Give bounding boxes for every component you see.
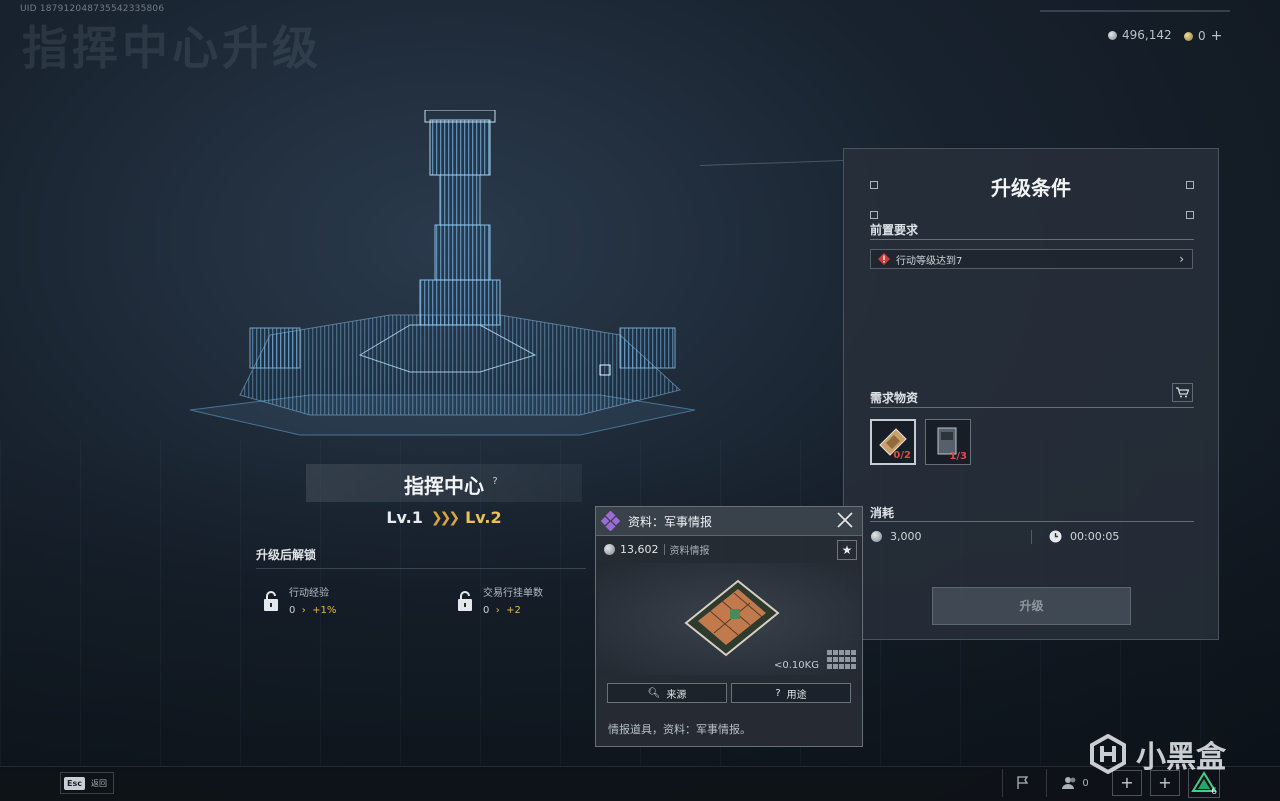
favorite-star-button[interactable]: ★	[837, 540, 857, 560]
gold-coin-icon	[1184, 31, 1193, 41]
silver-coin-icon	[871, 531, 882, 542]
cost-money: 3,000	[871, 530, 922, 543]
military-intel-board-image	[684, 579, 780, 657]
item-image	[598, 563, 860, 675]
unlock-icon	[458, 591, 472, 611]
cart-button[interactable]	[1172, 383, 1193, 402]
gold-amount: 0	[1198, 29, 1206, 43]
warning-icon	[878, 253, 890, 265]
source-label: 来源	[666, 689, 687, 701]
question-icon: ?	[775, 687, 781, 699]
cost-value: 3,000	[890, 530, 922, 543]
current-level: Lv.1	[386, 508, 423, 527]
source-button[interactable]: 🔍︎ 来源	[607, 683, 727, 703]
unlock-icon	[264, 591, 278, 611]
unlock-divider	[256, 568, 586, 569]
materials-label: 需求物资	[870, 391, 919, 405]
top-divider	[1040, 10, 1230, 12]
rarity-icon	[601, 511, 621, 531]
prereq-text: 行动等级达到7	[896, 255, 963, 267]
close-icon[interactable]	[836, 511, 854, 529]
tooltip-price-row: 13,602 资料情报	[604, 542, 710, 557]
unlock-item: 交易行挂单数 0 › +2	[457, 584, 543, 616]
clock-icon	[1049, 530, 1062, 543]
flag-button[interactable]	[1002, 769, 1042, 797]
material-count: 1/3	[949, 451, 967, 462]
friends-icon	[1062, 777, 1076, 789]
cart-icon	[1176, 387, 1189, 398]
add-gold-button[interactable]: +	[1211, 28, 1223, 44]
level-transition: Lv.1 ❯❯❯ Lv.2	[306, 508, 582, 527]
arrow-right-icon: ❯❯❯	[430, 509, 460, 526]
watermark-text: 小黑盒	[1136, 740, 1226, 775]
time-value: 00:00:05	[1070, 530, 1120, 543]
item-size-grid-icon	[827, 650, 856, 669]
silver-amount: 496,142	[1122, 28, 1172, 42]
price-separator	[663, 544, 665, 555]
level-badge-number: 6	[1211, 787, 1217, 797]
cost-time: 00:00:05	[1049, 530, 1119, 543]
heybox-logo-icon	[1090, 734, 1126, 774]
upgrade-button[interactable]: 升级	[932, 587, 1131, 625]
item-weight: <0.10KG	[774, 660, 819, 671]
unlock-value: 0 › +1%	[289, 605, 337, 616]
item-description: 情报道具，资料：军事情报。	[608, 723, 751, 736]
building-name: 指挥中心	[404, 474, 484, 498]
item-tooltip: 资料：军事情报 13,602 资料情报 ★ <0.10KG 🔍︎ 来源 ? 用途…	[595, 506, 863, 747]
panel-connector-line	[700, 160, 844, 166]
materials-divider	[870, 407, 1194, 408]
chevron-right-icon: ›	[1179, 252, 1184, 266]
silver-coin-icon	[604, 544, 615, 555]
item-price: 13,602	[620, 543, 659, 556]
prereq-divider	[870, 239, 1194, 240]
material-slot[interactable]: 1/3	[925, 419, 971, 465]
material-slot[interactable]: 0/2	[870, 419, 916, 465]
unlock-item: 行动经验 0 › +1%	[263, 584, 336, 616]
back-label: 返回	[90, 778, 107, 788]
esc-key: Esc	[64, 776, 85, 790]
next-level: Lv.2	[465, 508, 502, 527]
cost-divider	[870, 521, 1194, 522]
search-icon: 🔍︎	[647, 687, 661, 699]
unlock-section-title: 升级后解锁	[256, 548, 317, 562]
panel-corner-mark	[1186, 211, 1194, 219]
silver-currency: 496,142	[1108, 28, 1172, 42]
material-count: 0/2	[893, 450, 911, 461]
panel-title: 升级条件	[991, 176, 1071, 200]
watermark: 小黑盒	[1088, 732, 1226, 776]
prereq-item[interactable]: 行动等级达到7 ›	[870, 249, 1193, 269]
tooltip-title: 资料：军事情报	[628, 515, 713, 529]
usage-label: 用途	[786, 689, 807, 701]
page-background-title: 指挥中心升级	[22, 21, 322, 75]
flag-icon	[1016, 776, 1028, 789]
prereq-label: 前置要求	[870, 223, 919, 237]
unlock-name: 交易行挂单数	[483, 588, 543, 599]
item-category: 资料情报	[669, 546, 710, 557]
command-center-hologram	[189, 110, 696, 436]
panel-corner-mark	[870, 211, 878, 219]
cost-separator	[1031, 530, 1032, 544]
help-icon[interactable]: ?	[488, 475, 502, 489]
gold-currency: 0 +	[1184, 28, 1222, 44]
cost-label: 消耗	[870, 506, 895, 520]
silver-coin-icon	[1108, 30, 1117, 40]
usage-button[interactable]: ? 用途	[731, 683, 851, 703]
unlock-value: 0 › +2	[483, 605, 521, 616]
back-button[interactable]: Esc 返回	[60, 772, 114, 794]
unlock-name: 行动经验	[289, 588, 329, 599]
friends-count: 0	[1082, 777, 1089, 789]
